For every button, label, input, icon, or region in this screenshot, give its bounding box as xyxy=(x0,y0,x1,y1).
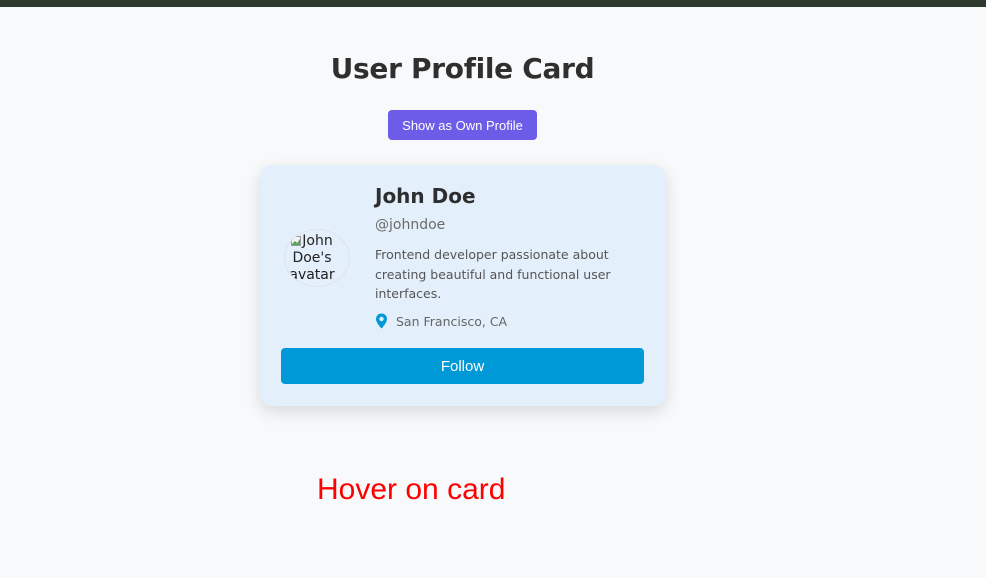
avatar: John Doe's avatar xyxy=(284,229,350,287)
map-pin-icon xyxy=(376,313,387,329)
hover-annotation: Hover on card xyxy=(317,473,506,506)
profile-location: San Francisco, CA xyxy=(375,313,507,329)
top-bar xyxy=(0,0,986,7)
profile-card[interactable]: John Doe's avatar John Doe @johndoe Fron… xyxy=(260,165,666,406)
profile-name: John Doe xyxy=(375,184,476,208)
page-title: User Profile Card xyxy=(330,52,595,85)
follow-button[interactable]: Follow xyxy=(281,348,644,384)
profile-bio: Frontend developer passionate about crea… xyxy=(375,247,611,301)
profile-username: @johndoe xyxy=(375,217,446,233)
broken-image-icon xyxy=(291,236,302,246)
avatar-alt-text: John Doe's avatar xyxy=(285,233,341,284)
location-text: San Francisco, CA xyxy=(396,313,508,329)
show-as-own-profile-button[interactable]: Show as Own Profile xyxy=(388,110,537,140)
